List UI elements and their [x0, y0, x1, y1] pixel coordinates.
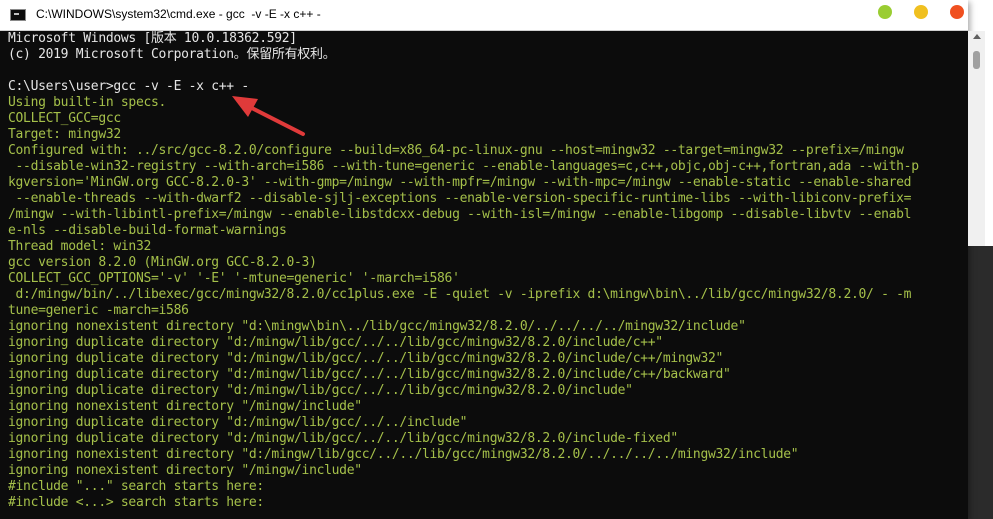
window-title: C:\WINDOWS\system32\cmd.exe - gcc -v -E …: [36, 7, 321, 21]
vertical-scrollbar[interactable]: [968, 31, 985, 246]
console-line: ignoring nonexistent directory "/mingw/i…: [8, 463, 362, 478]
background-editor-strip: [968, 246, 993, 519]
console-line: --disable-win32-registry --with-arch=i58…: [8, 159, 920, 174]
console-line: e-nls --disable-build-format-warnings: [8, 223, 287, 238]
console-line: ignoring duplicate directory "d:/mingw/l…: [8, 367, 731, 382]
console-line: COLLECT_GCC=gcc: [8, 111, 121, 126]
console-line: #include <...> search starts here:: [8, 495, 264, 510]
console-line: COLLECT_GCC_OPTIONS='-v' '-E' '-mtune=ge…: [8, 271, 460, 286]
screenshot-root: C:\WINDOWS\system32\cmd.exe - gcc -v -E …: [0, 0, 993, 519]
console-line: gcc version 8.2.0 (MinGW.org GCC-8.2.0-3…: [8, 255, 317, 270]
console-line: d:/mingw/bin/../libexec/gcc/mingw32/8.2.…: [8, 287, 912, 302]
minimize-dot-icon[interactable]: [878, 5, 892, 19]
console-line: Thread model: win32: [8, 239, 152, 254]
scroll-up-arrow-icon[interactable]: [973, 34, 981, 39]
console-line: Microsoft Windows [版本 10.0.18362.592]: [8, 31, 297, 46]
console-line: --enable-threads --with-dwarf2 --disable…: [8, 191, 912, 206]
scroll-thumb[interactable]: [973, 51, 980, 69]
title-bar[interactable]: C:\WINDOWS\system32\cmd.exe - gcc -v -E …: [0, 0, 968, 31]
console-output[interactable]: Microsoft Windows [版本 10.0.18362.592] (c…: [0, 31, 968, 519]
console-line: kgversion='MinGW.org GCC-8.2.0-3' --with…: [8, 175, 912, 190]
console-app-icon: [10, 9, 26, 21]
console-line: #include "..." search starts here:: [8, 479, 264, 494]
console-line: ignoring duplicate directory "d:/mingw/l…: [8, 431, 678, 446]
close-dot-icon[interactable]: [950, 5, 964, 19]
console-line: Target: mingw32: [8, 127, 121, 142]
console-line: ignoring duplicate directory "d:/mingw/l…: [8, 383, 633, 398]
console-line: (c) 2019 Microsoft Corporation。保留所有权利。: [8, 47, 336, 62]
console-line: ignoring nonexistent directory "/mingw/i…: [8, 399, 362, 414]
cmd-window[interactable]: C:\WINDOWS\system32\cmd.exe - gcc -v -E …: [0, 0, 968, 519]
console-line: ignoring duplicate directory "d:/mingw/l…: [8, 335, 663, 350]
console-line: ignoring duplicate directory "d:/mingw/l…: [8, 415, 468, 430]
console-line: /mingw --with-libintl-prefix=/mingw --en…: [8, 207, 912, 222]
command-prompt-line: C:\Users\user>gcc -v -E -x c++ -: [8, 79, 249, 94]
console-line: ignoring nonexistent directory "d:/mingw…: [8, 447, 799, 462]
console-line: Using built-in specs.: [8, 95, 167, 110]
console-line: tune=generic -march=i586: [8, 303, 189, 318]
console-line: ignoring nonexistent directory "d:\mingw…: [8, 319, 746, 334]
maximize-dot-icon[interactable]: [914, 5, 928, 19]
console-line: Configured with: ../src/gcc-8.2.0/config…: [8, 143, 904, 158]
console-line: ignoring duplicate directory "d:/mingw/l…: [8, 351, 724, 366]
